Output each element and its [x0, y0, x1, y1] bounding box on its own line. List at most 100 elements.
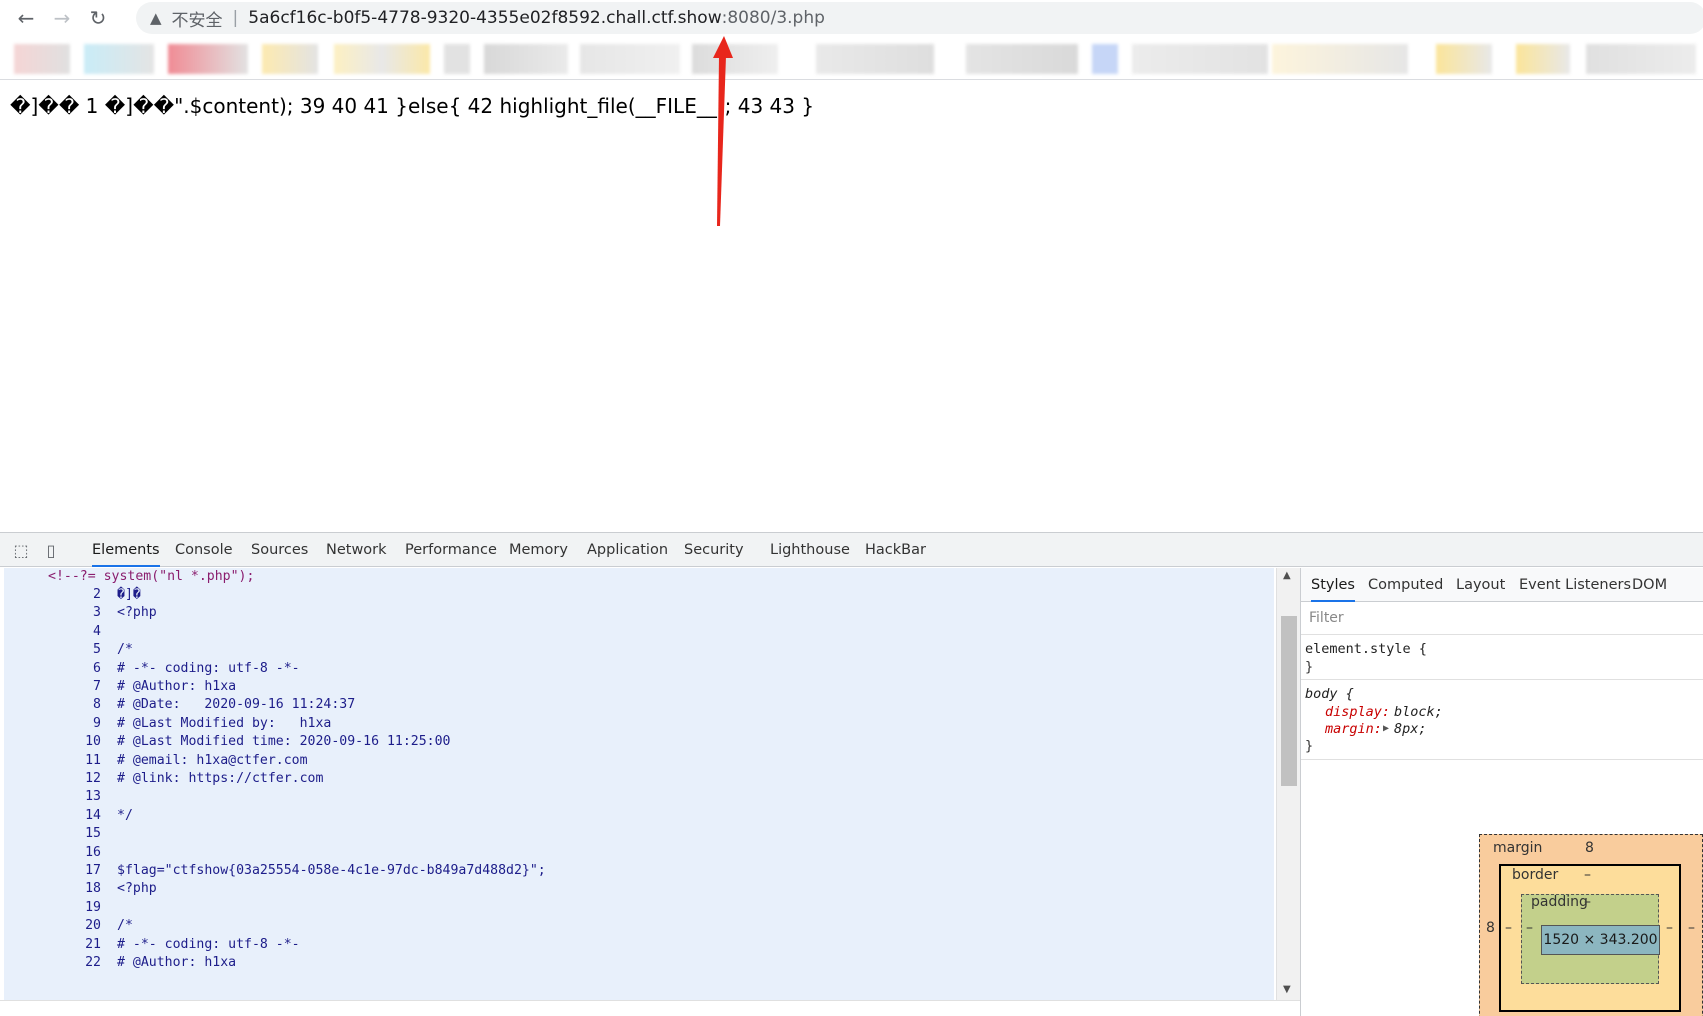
code-line[interactable]: 9 # @Last Modified by: h1xa — [4, 714, 331, 734]
bookmark-item[interactable] — [1436, 44, 1492, 74]
code-line[interactable]: 22 # @Author: h1xa — [4, 953, 236, 973]
tab-network[interactable]: Network — [326, 533, 387, 567]
rule-selector: element.style { — [1305, 641, 1427, 657]
expand-triangle-icon[interactable]: ▶ — [1383, 720, 1389, 738]
code-line[interactable]: 17 $flag="ctfshow{03a25554-058e-4c1e-97dc… — [4, 861, 546, 881]
elements-scrollbar[interactable]: ▲ ▼ — [1276, 568, 1300, 1000]
devtools-tab-bar: ⬚ ▯ Elements Console Sources Network Per… — [0, 533, 1703, 567]
code-line[interactable]: 13 — [4, 787, 117, 807]
code-line[interactable]: 3 <?php — [4, 603, 157, 623]
line-number: 5 — [93, 642, 101, 658]
code-line[interactable]: 5 /* — [4, 640, 133, 660]
tab-memory[interactable]: Memory — [509, 533, 568, 567]
line-number: 14 — [85, 807, 101, 823]
bookmark-item[interactable] — [444, 44, 470, 74]
element-style-rule[interactable]: element.style { } — [1301, 636, 1703, 680]
padding-label: padding — [1531, 894, 1588, 910]
tab-layout[interactable]: Layout — [1456, 568, 1505, 602]
bookmark-item[interactable] — [334, 44, 430, 74]
elements-panel: <!--?= system("nl *.php"); 2 �]� 3 <?php 4 5 /… — [0, 568, 1276, 1000]
code-line[interactable]: 6 # -*- coding: utf-8 -*- — [4, 659, 300, 679]
bookmark-item[interactable] — [692, 44, 778, 74]
code-line[interactable]: 19 — [4, 898, 117, 918]
code-line[interactable]: 14 */ — [4, 806, 133, 826]
bookmark-item[interactable] — [580, 44, 680, 74]
margin-left-value[interactable]: 8 — [1486, 920, 1495, 936]
code-line[interactable]: 10 # @Last Modified time: 2020-09-16 11:2… — [4, 732, 450, 752]
forward-icon[interactable]: → — [46, 2, 78, 34]
bookmark-item[interactable] — [816, 44, 934, 74]
bookmark-item[interactable] — [84, 44, 154, 74]
code-line[interactable]: 8 # @Date: 2020-09-16 11:24:37 — [4, 695, 355, 715]
border-top-value[interactable]: – — [1584, 867, 1591, 883]
dom-code-view[interactable]: <!--?= system("nl *.php"); 2 �]� 3 <?php 4 5 /… — [4, 568, 1274, 1000]
inspect-element-icon[interactable]: ⬚ — [10, 539, 32, 561]
code-line-text: /* — [117, 918, 133, 934]
line-number: 9 — [93, 715, 101, 731]
bookmark-item[interactable] — [1586, 44, 1696, 74]
line-number: 21 — [85, 936, 101, 952]
bookmark-item[interactable] — [168, 44, 248, 74]
tab-application[interactable]: Application — [587, 533, 668, 567]
security-label[interactable]: 不安全 — [172, 6, 223, 31]
code-line[interactable]: 2 �]� — [4, 585, 141, 605]
border-right-value[interactable]: – — [1666, 920, 1673, 936]
scrollbar-thumb[interactable] — [1281, 616, 1297, 786]
padding-left-value[interactable]: – — [1526, 920, 1533, 936]
tab-console[interactable]: Console — [175, 533, 233, 567]
bookmark-item[interactable] — [1272, 44, 1408, 74]
code-line[interactable]: 7 # @Author: h1xa — [4, 677, 236, 697]
bookmark-item[interactable] — [1516, 44, 1570, 74]
tab-lighthouse[interactable]: Lighthouse — [770, 533, 850, 567]
margin-right-value[interactable]: – — [1688, 920, 1695, 936]
code-line[interactable]: 15 — [4, 824, 117, 844]
code-line-text: # @link: https://ctfer.com — [117, 771, 324, 786]
tab-event-listeners[interactable]: Event Listeners — [1519, 568, 1631, 602]
css-value-display[interactable]: block; — [1394, 703, 1443, 721]
address-bar[interactable]: ▲ 不安全 | 5a6cf16c-b0f5-4778-9320-4355e02f… — [136, 2, 1703, 34]
bookmark-item[interactable] — [966, 44, 1078, 74]
line-number: 3 — [93, 605, 101, 621]
body-style-rule[interactable]: body { display: block; margin: ▶ 8px; } — [1301, 680, 1703, 760]
code-line[interactable]: 12 # @link: https://ctfer.com — [4, 769, 323, 789]
padding-top-value[interactable]: – — [1584, 894, 1591, 910]
css-property-display[interactable]: display: — [1325, 703, 1398, 721]
tab-dom[interactable]: DOM — [1632, 568, 1667, 602]
url-path[interactable]: :8080/3.php — [722, 8, 825, 28]
box-model-content[interactable]: 1520 × 343.200 — [1541, 925, 1660, 955]
code-line[interactable]: 21 # -*- coding: utf-8 -*- — [4, 935, 300, 955]
box-model: margin 8 8 – 8 border – – – – padding – … — [1479, 834, 1703, 1016]
back-icon[interactable]: ← — [10, 2, 42, 34]
tab-computed[interactable]: Computed — [1368, 568, 1443, 602]
warning-icon[interactable]: ▲ — [150, 9, 162, 27]
code-line[interactable]: 11 # @email: h1xa@ctfer.com — [4, 751, 307, 771]
css-value-margin[interactable]: 8px; — [1394, 720, 1427, 738]
url-host[interactable]: 5a6cf16c-b0f5-4778-9320-4355e02f8592.cha… — [248, 8, 721, 28]
css-property-margin[interactable]: margin: — [1325, 720, 1382, 738]
tab-styles[interactable]: Styles — [1311, 568, 1355, 602]
scroll-up-icon[interactable]: ▲ — [1283, 570, 1291, 581]
code-line[interactable]: 4 — [4, 622, 117, 642]
margin-label: margin — [1493, 840, 1543, 856]
bookmark-item[interactable] — [484, 44, 568, 74]
tab-hackbar[interactable]: HackBar — [865, 533, 926, 567]
reload-icon[interactable]: ↻ — [82, 2, 114, 34]
bookmark-item[interactable] — [1132, 44, 1268, 74]
code-line-text: <?php — [117, 605, 157, 621]
tab-elements[interactable]: Elements — [92, 533, 160, 567]
bookmark-item[interactable] — [14, 44, 70, 74]
bookmark-item[interactable] — [1092, 44, 1118, 74]
code-line[interactable]: 16 — [4, 843, 117, 863]
border-left-value[interactable]: – — [1505, 920, 1512, 936]
device-toolbar-icon[interactable]: ▯ — [40, 539, 62, 561]
tab-sources[interactable]: Sources — [251, 533, 308, 567]
styles-filter-input[interactable]: Filter — [1301, 603, 1703, 635]
code-line[interactable]: 20 /* — [4, 916, 133, 936]
margin-top-value[interactable]: 8 — [1585, 840, 1594, 856]
code-line[interactable]: 18 <?php — [4, 879, 157, 899]
tab-security[interactable]: Security — [684, 533, 744, 567]
bookmark-item[interactable] — [262, 44, 318, 74]
tab-performance[interactable]: Performance — [405, 533, 497, 567]
scroll-down-icon[interactable]: ▼ — [1283, 984, 1291, 995]
